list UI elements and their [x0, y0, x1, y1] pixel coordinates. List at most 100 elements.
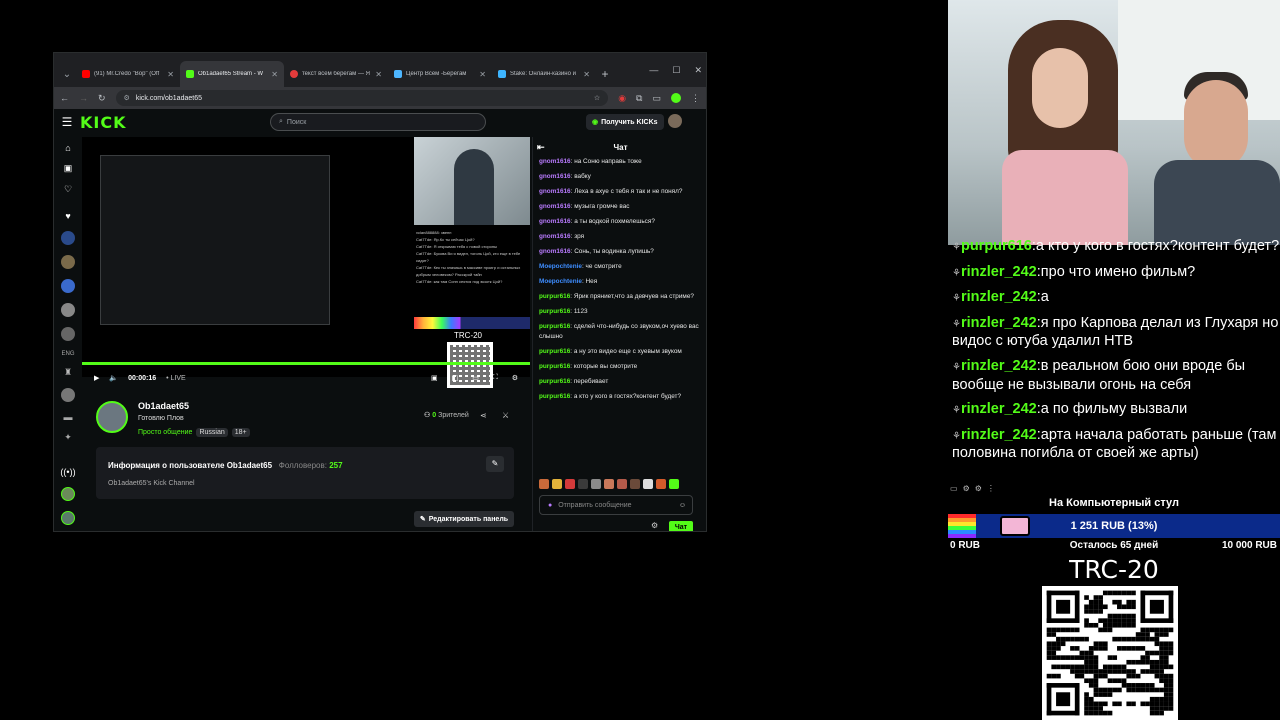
chat-username[interactable]: gnom1616	[539, 158, 571, 165]
pip-icon[interactable]: ▭	[472, 374, 479, 382]
get-kicks-button[interactable]: ◉ Получить KICKs	[586, 114, 664, 130]
sidebar-channel-avatar[interactable]	[61, 279, 75, 293]
close-window-icon[interactable]: ✕	[694, 65, 702, 76]
tab-mrcredo[interactable]: (91) Mr.Credo "Вор" (Off ✕	[76, 61, 180, 87]
sidebar-channel-avatar[interactable]: ♜	[64, 367, 72, 378]
video-player[interactable]: vclan888888: звенп Cat7Tde: Яр.Кс ты сей…	[82, 137, 530, 388]
edit-pencil-icon[interactable]: ✎	[486, 456, 504, 472]
emoji-icon[interactable]: ☺	[679, 502, 686, 509]
menu-kebab-icon[interactable]: ⋮	[691, 93, 700, 104]
chat-username[interactable]: purpur616	[539, 363, 570, 370]
emote[interactable]	[578, 479, 588, 489]
live-broadcast-icon[interactable]: ((•))	[60, 467, 75, 477]
chat-username[interactable]: purpur616	[539, 293, 570, 300]
settings-gear-icon[interactable]: ⚙	[512, 374, 518, 382]
chat-username[interactable]: gnom1616	[539, 248, 571, 255]
search-input[interactable]: ⌕ Поиск	[270, 113, 486, 131]
extension-record-icon[interactable]: ◉	[618, 93, 626, 104]
sidebar-channel-avatar[interactable]: ENG	[61, 351, 74, 357]
emote[interactable]	[591, 479, 601, 489]
chat-username[interactable]: purpur616	[539, 323, 570, 330]
edit-panel-button[interactable]: ✎ Редактировать панель	[414, 511, 514, 527]
tab-kick-stream[interactable]: Ob1adaet65 Stream - W ✕	[180, 61, 284, 87]
following-heart-icon[interactable]: ♡	[64, 184, 72, 195]
tag-language[interactable]: Russian	[196, 428, 228, 437]
category-link[interactable]: Просто общение	[138, 429, 192, 436]
emote[interactable]	[552, 479, 562, 489]
bookmark-star-icon[interactable]: ☆	[594, 94, 600, 102]
browse-icon[interactable]: ▣	[64, 163, 73, 174]
moderator-sword-icon[interactable]: ⚔	[502, 411, 509, 420]
sidebar-channel-avatar[interactable]	[61, 255, 75, 269]
sidebar-channel-avatar[interactable]: ✦	[64, 432, 72, 443]
sidebar-channel-avatar[interactable]: ▬	[64, 412, 73, 422]
stream-progress-bar[interactable]	[82, 362, 530, 365]
chat-username[interactable]: purpur616	[539, 348, 570, 355]
user-avatar[interactable]	[668, 114, 682, 128]
chat-send-button[interactable]: Чат	[669, 521, 693, 531]
sidebar-channel-avatar[interactable]	[61, 388, 75, 402]
profile-avatar[interactable]	[671, 93, 681, 103]
about-heading: Информация о пользователе Ob1adaet65 Фол…	[108, 461, 343, 470]
chat-username[interactable]: purpur616	[539, 308, 570, 315]
emote[interactable]	[656, 479, 666, 489]
reload-icon[interactable]: ↻	[98, 93, 106, 104]
chat-username[interactable]: purpur616	[539, 393, 570, 400]
chat-username[interactable]: Moepochtenie	[539, 278, 582, 285]
maximize-icon[interactable]: ☐	[672, 65, 680, 76]
site-info-icon[interactable]: ⚙	[124, 94, 130, 102]
fullscreen-icon[interactable]: ⛶	[493, 374, 498, 382]
chat-username[interactable]: gnom1616	[539, 203, 571, 210]
close-tab-icon[interactable]: ✕	[375, 70, 382, 79]
emote[interactable]	[539, 479, 549, 489]
share-icon[interactable]: ⋖	[480, 411, 487, 420]
close-tab-icon[interactable]: ✕	[583, 70, 590, 79]
favorites-heart-icon[interactable]: ♥	[65, 211, 70, 221]
play-icon[interactable]: ▶	[94, 374, 99, 382]
home-icon[interactable]: ⌂	[65, 143, 70, 153]
sidebar-channel-avatar[interactable]	[61, 487, 75, 501]
sidebar-channel-avatar[interactable]	[61, 327, 75, 341]
tag-mature[interactable]: 18+	[231, 428, 250, 437]
emote[interactable]	[565, 479, 575, 489]
chat-username[interactable]: Moepochtenie	[539, 263, 582, 270]
clip-icon[interactable]: ◧	[452, 374, 459, 382]
extensions-icon[interactable]: ⧉	[636, 93, 642, 104]
collapse-chat-icon[interactable]: ⇤	[537, 142, 545, 153]
hamburger-menu-icon[interactable]: ☰	[54, 115, 80, 129]
new-tab-button[interactable]: +	[596, 61, 614, 87]
close-tab-icon[interactable]: ✕	[479, 70, 486, 79]
microphone-icon[interactable]: ●	[548, 502, 552, 509]
chat-message-input[interactable]: ● Отправить сообщение ☺	[539, 495, 693, 515]
sidepanel-icon[interactable]: ▭	[652, 93, 661, 104]
emote[interactable]	[630, 479, 640, 489]
address-bar[interactable]: ⚙ kick.com/ob1adaet65 ☆	[115, 90, 609, 106]
sidebar-channel-avatar[interactable]	[61, 303, 75, 317]
close-tab-icon[interactable]: ✕	[167, 70, 174, 79]
tab-search-chevron-icon[interactable]: ⌄	[58, 61, 76, 87]
chat-username[interactable]: gnom1616	[539, 218, 571, 225]
emote[interactable]	[604, 479, 614, 489]
tab-center[interactable]: Центр Всем -Берегам ✕	[388, 61, 492, 87]
streamer-avatar[interactable]	[96, 401, 128, 433]
emote[interactable]	[617, 479, 627, 489]
streamer-name[interactable]: Ob1adaet65	[138, 401, 189, 411]
tab-stake[interactable]: Stake: Онлайн-казино и ✕	[492, 61, 596, 87]
sidebar-channel-avatar[interactable]	[61, 511, 75, 525]
kick-logo[interactable]: KICK	[80, 113, 127, 132]
chat-username[interactable]: gnom1616	[539, 233, 571, 240]
volume-icon[interactable]: 🔈	[109, 374, 118, 382]
sidebar-channel-avatar[interactable]	[61, 231, 75, 245]
minimize-icon[interactable]: —	[649, 65, 658, 76]
close-tab-icon[interactable]: ✕	[271, 70, 278, 79]
chat-username[interactable]: gnom1616	[539, 173, 571, 180]
theater-mode-icon[interactable]: ▣	[431, 374, 438, 382]
forward-icon[interactable]: →	[79, 93, 88, 103]
back-icon[interactable]: ←	[60, 93, 69, 103]
tab-lyrics[interactable]: текст всем берегам — Я ✕	[284, 61, 388, 87]
chat-username[interactable]: purpur616	[539, 378, 570, 385]
emote[interactable]	[669, 479, 679, 489]
emote[interactable]	[643, 479, 653, 489]
chat-settings-gear-icon[interactable]: ⚙	[651, 521, 658, 530]
chat-username[interactable]: gnom1616	[539, 188, 571, 195]
